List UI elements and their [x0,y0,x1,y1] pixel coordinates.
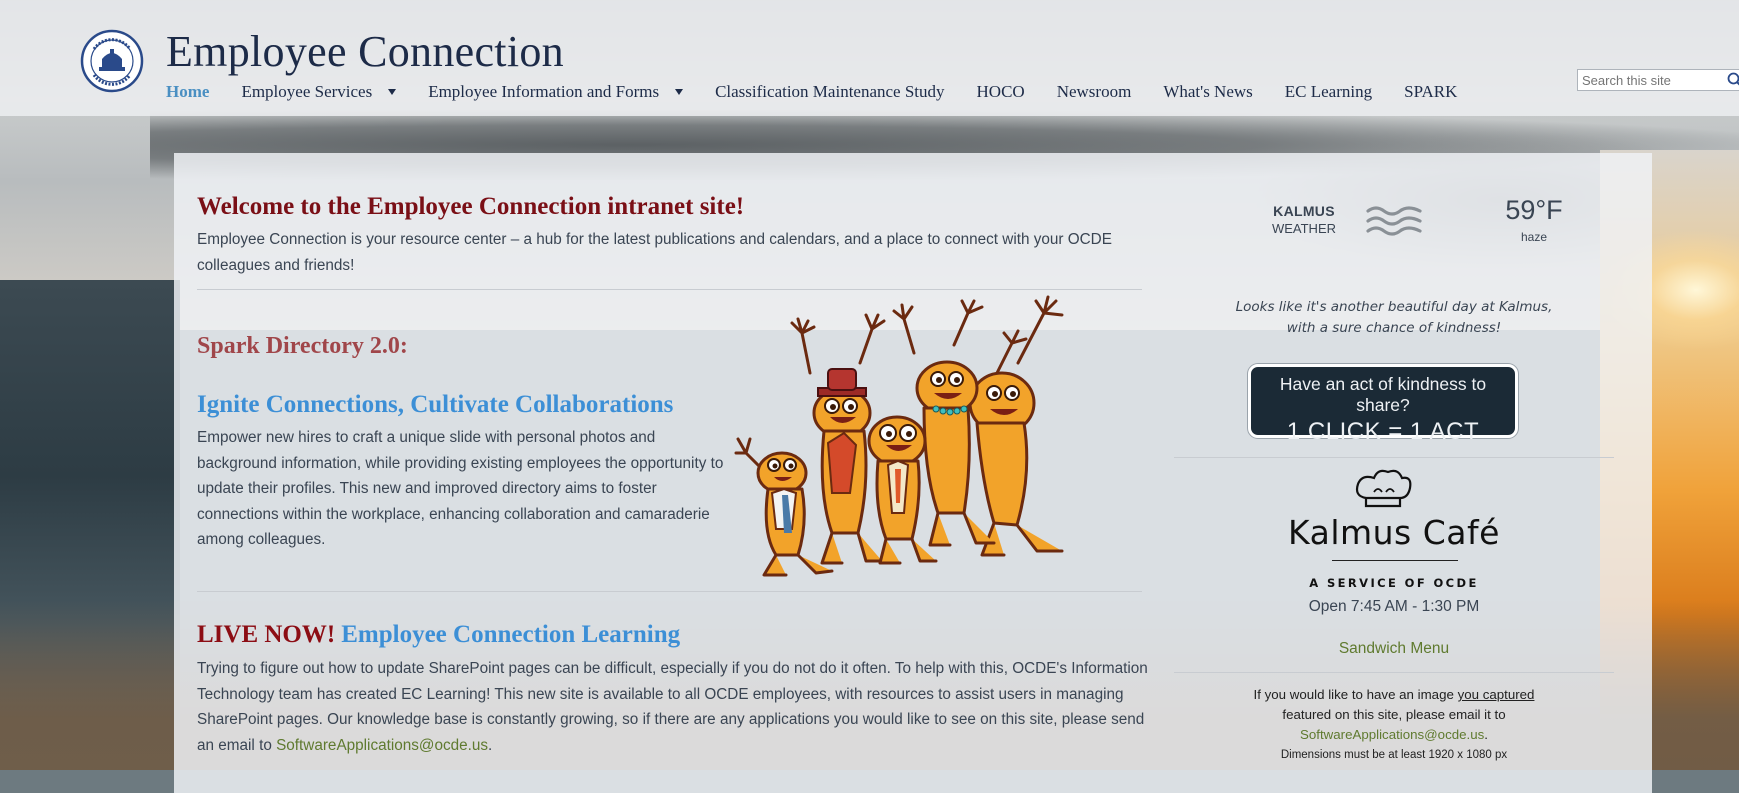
image-note-line: featured on this site, please email it t… [1282,707,1506,722]
image-dimensions-note: Dimensions must be at least 1920 x 1080 … [1280,749,1508,761]
search-icon[interactable] [1726,71,1739,89]
image-note-text: If you would like to have an image [1253,687,1458,702]
main-nav: Home Employee Services Employee Informat… [166,80,1489,104]
chevron-down-icon[interactable] [675,89,684,95]
ec-learning-title[interactable]: Employee Connection Learning [341,621,680,648]
ec-learning-end: . [488,736,493,754]
content-panel: Welcome to the Employee Connection intra… [174,153,1652,793]
image-note-email-link[interactable]: SoftwareApplications@ocde.us [1300,727,1484,742]
nav-label: HOCO [976,82,1025,101]
nav-label: What's News [1163,82,1253,101]
divider [1174,672,1614,673]
welcome-heading: Welcome to the Employee Connection intra… [197,193,745,220]
nav-item-spark[interactable]: SPARK [1404,82,1457,102]
search-box [1577,69,1739,91]
cafe-underline [1332,560,1458,561]
frogs-illustration [734,295,1064,577]
tagline-line: with a sure chance of kindness! [1286,320,1502,336]
weather-label: WEATHER [1271,221,1337,236]
chef-hat-icon [1355,469,1412,508]
search-input[interactable] [1578,70,1726,90]
divider [197,591,1142,592]
nav-item-home[interactable]: Home [166,82,209,102]
weather-location: KALMUS [1273,203,1335,219]
kindness-tagline: Looks like it's another beautiful day at… [1174,297,1614,339]
site-header: Employee Connection Home Employee Servic… [0,0,1739,116]
nav-item-ec-learning[interactable]: EC Learning [1285,82,1372,102]
nav-item-employee-information-and-forms[interactable]: Employee Information and Forms [428,82,684,102]
ignite-heading[interactable]: Ignite Connections, Cultivate Collaborat… [197,391,673,419]
nav-label: EC Learning [1284,82,1373,101]
ec-learning-heading: LIVE NOW! Employee Connection Learning [197,621,680,649]
image-note-line: SoftwareApplications@ocde.us. [1174,725,1614,745]
cafe-name: Kalmus Café [1288,513,1500,552]
nav-label: Employee Information and Forms [428,82,660,101]
nav-label: Classification Maintenance Study [715,82,945,101]
image-submission-note: If you would like to have an image you c… [1174,685,1614,745]
nav-item-hoco[interactable]: HOCO [977,82,1025,102]
orange-county-seal-icon[interactable] [80,29,144,93]
spark-heading: Spark Directory 2.0: [197,333,408,359]
image-note-end: . [1484,727,1488,742]
divider [197,289,1142,290]
act-of-kindness-button[interactable]: Have an act of kindness to share? 1 CLIC… [1248,364,1518,445]
nav-label: SPARK [1404,82,1458,101]
weather-temperature: 59°F [1505,195,1563,225]
site-title[interactable]: Employee Connection [166,26,564,77]
kindness-question: Have an act of kindness to share? [1279,374,1487,415]
cafe-subtitle: A SERVICE OF OCDE [1309,576,1479,590]
nav-label: Home [166,82,210,101]
spark-text: Empower new hires to craft a unique slid… [197,429,724,548]
ec-learning-email-link[interactable]: SoftwareApplications@ocde.us [276,737,488,754]
nav-item-newsroom[interactable]: Newsroom [1057,82,1132,102]
ec-learning-text: Trying to figure out how to update Share… [197,656,1157,758]
live-now-label: LIVE NOW! [197,621,336,648]
nav-item-employee-services[interactable]: Employee Services [241,82,397,102]
weather-condition: haze [1520,230,1548,244]
cafe-hours: Open 7:45 AM - 1:30 PM [1308,598,1480,615]
nav-item-classification-maintenance-study[interactable]: Classification Maintenance Study [715,82,944,102]
tagline-line: Looks like it's another beautiful day at… [1235,299,1553,315]
nav-label: Newsroom [1056,82,1132,101]
welcome-text: Employee Connection is your resource cen… [197,231,1112,274]
chevron-down-icon[interactable] [388,89,397,95]
sandwich-menu-link[interactable]: Sandwich Menu [1174,640,1614,658]
kindness-cta: 1 CLICK = 1 ACT [1286,418,1480,445]
you-captured-link[interactable]: you captured [1458,687,1535,702]
haze-icon [1366,206,1422,236]
divider [1174,457,1614,458]
nav-label: Employee Services [241,82,373,101]
weather-widget: KALMUS WEATHER 59°F haze [1174,191,1614,261]
nav-item-whats-news[interactable]: What's News [1163,82,1252,102]
image-note-line: If you would like to have an image you c… [1174,685,1614,705]
